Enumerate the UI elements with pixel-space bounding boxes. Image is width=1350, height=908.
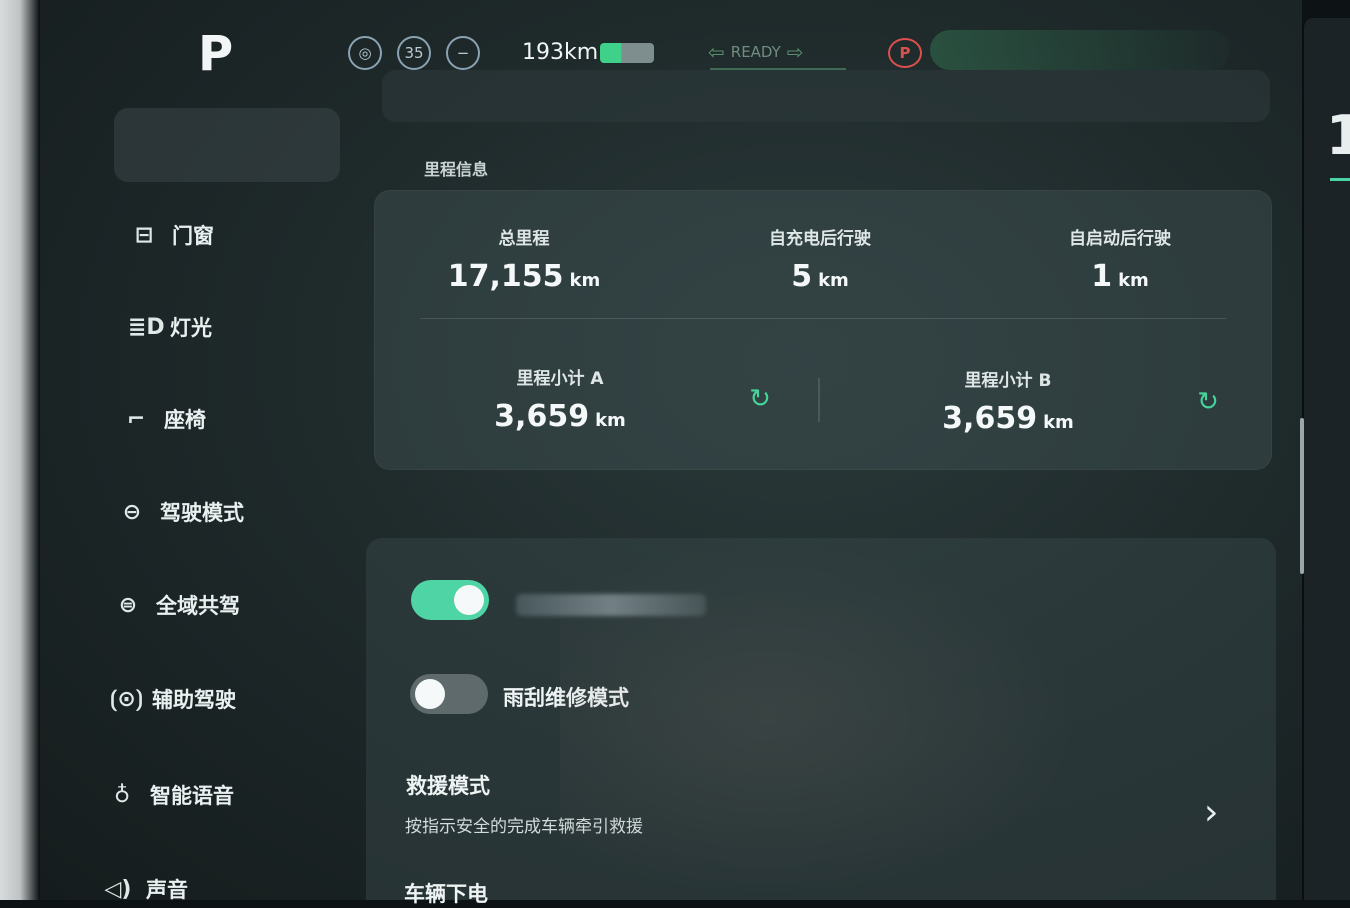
speed-limit-icon: 35 <box>397 36 431 70</box>
total-mileage-stat: 总里程 17,155 km <box>404 224 644 294</box>
since-start-stat: 自启动后行驶 1 km <box>1000 224 1240 294</box>
sidebar-item-label: 灯光 <box>170 316 212 340</box>
headlight-icon: ≣D <box>128 314 165 340</box>
total-mileage-value: 17,155 <box>447 259 564 294</box>
settings-card <box>366 538 1276 900</box>
sidebar-item-doors[interactable]: ⊟ 门窗 <box>130 220 214 250</box>
sidebar-item-label: 门窗 <box>172 224 214 248</box>
arrow-right-icon: ⇨ <box>786 40 804 64</box>
range-unit: km <box>564 40 599 65</box>
sidebar-item-label: 辅助驾驶 <box>152 688 236 712</box>
trip-a-unit: km <box>595 410 626 431</box>
screen-bezel <box>0 0 40 900</box>
total-mileage-unit: km <box>569 270 601 291</box>
since-charge-label: 自充电后行驶 <box>769 229 871 249</box>
trip-divider <box>818 378 820 422</box>
speaker-icon: ◁) <box>104 876 132 902</box>
since-charge-stat: 自充电后行驶 5 km <box>700 224 940 294</box>
sidebar-item-label: 座椅 <box>164 408 206 432</box>
since-charge-unit: km <box>818 270 849 291</box>
right-panel-indicator <box>1330 178 1350 181</box>
since-charge-value: 5 <box>791 259 813 294</box>
mileage-divider <box>420 318 1226 319</box>
sidebar-item-label: 驾驶模式 <box>160 501 244 525</box>
wiper-maintenance-toggle[interactable] <box>410 674 488 714</box>
door-icon: ⊟ <box>134 222 154 248</box>
battery-icon <box>600 43 654 63</box>
energy-summary-card <box>382 70 1270 122</box>
trip-b-value: 3,659 <box>942 401 1038 436</box>
driver-attention-icon: ◎ <box>348 36 382 70</box>
sidebar-item-lights[interactable]: ≣D 灯光 <box>128 312 212 342</box>
sidebar-item-shared-drive[interactable]: ⊜ 全域共驾 <box>114 590 240 620</box>
gear-indicator: P <box>198 26 234 82</box>
trip-b-reset-icon[interactable]: ↻ <box>1195 389 1221 415</box>
trip-b-stat: 里程小计 B 3,659 km <box>888 366 1128 436</box>
mileage-section-title: 里程信息 <box>424 160 489 179</box>
no-entry-icon: − <box>446 36 480 70</box>
assist-drive-icon: ⟮⊙⟯ <box>110 686 144 712</box>
arrow-left-icon: ⇦ <box>708 40 725 64</box>
rescue-mode-subtitle: 按指示安全的完成车辆牵引救援 <box>405 817 643 837</box>
toggle-knob <box>454 585 484 615</box>
sidebar-item-voice[interactable]: ♁ 智能语音 <box>108 780 234 810</box>
sidebar-item-drive-mode[interactable]: ⊖ 驾驶模式 <box>118 497 244 527</box>
sidebar-item-seats[interactable]: ⌐ 座椅 <box>122 404 206 434</box>
wiper-maintenance-label: 雨刮维修模式 <box>503 686 629 710</box>
since-start-value: 1 <box>1091 259 1113 294</box>
total-mileage-label: 总里程 <box>498 229 550 249</box>
trip-a-label: 里程小计 A <box>516 369 604 389</box>
right-side-panel[interactable]: 1 <box>1302 18 1350 900</box>
steering-wheel-icon: ⊖ <box>122 499 142 525</box>
ready-indicator: ⇦ READY ⇨ <box>708 40 804 64</box>
parking-brake-icon: P <box>888 38 922 68</box>
status-glow <box>930 30 1230 70</box>
trip-a-stat: 里程小计 A 3,659 km <box>440 364 680 434</box>
ready-label: READY <box>730 43 781 61</box>
seat-icon: ⌐ <box>126 406 146 432</box>
trip-b-label: 里程小计 B <box>964 371 1052 391</box>
parking-brake-letter: P <box>899 44 911 62</box>
range-display: 193km <box>522 40 598 65</box>
scrollbar[interactable] <box>1300 418 1304 574</box>
blurred-toggle-label <box>516 594 706 616</box>
speed-limit-value: 35 <box>404 44 424 62</box>
range-value: 193 <box>522 40 564 65</box>
rescue-mode-title: 救援模式 <box>406 774 490 798</box>
microphone-icon: ♁ <box>113 782 131 808</box>
power-off-title: 车辆下电 <box>404 882 488 906</box>
chevron-right-icon[interactable]: › <box>1204 792 1218 833</box>
since-start-label: 自启动后行驶 <box>1069 229 1171 249</box>
since-start-unit: km <box>1118 270 1149 291</box>
sidebar-selected-placeholder[interactable] <box>114 108 340 182</box>
toggle-knob <box>415 679 445 709</box>
trip-b-unit: km <box>1043 412 1074 433</box>
right-panel-peek-digit: 1 <box>1326 104 1350 167</box>
shared-drive-icon: ⊜ <box>118 592 138 618</box>
trip-a-reset-icon[interactable]: ↻ <box>747 386 773 412</box>
trip-a-value: 3,659 <box>494 399 590 434</box>
feature-toggle-on[interactable] <box>411 580 489 620</box>
sidebar-item-label: 全域共驾 <box>156 594 240 618</box>
sidebar-item-label: 智能语音 <box>150 784 234 808</box>
sidebar-item-assisted-driving[interactable]: ⟮⊙⟯ 辅助驾驶 <box>110 684 236 714</box>
